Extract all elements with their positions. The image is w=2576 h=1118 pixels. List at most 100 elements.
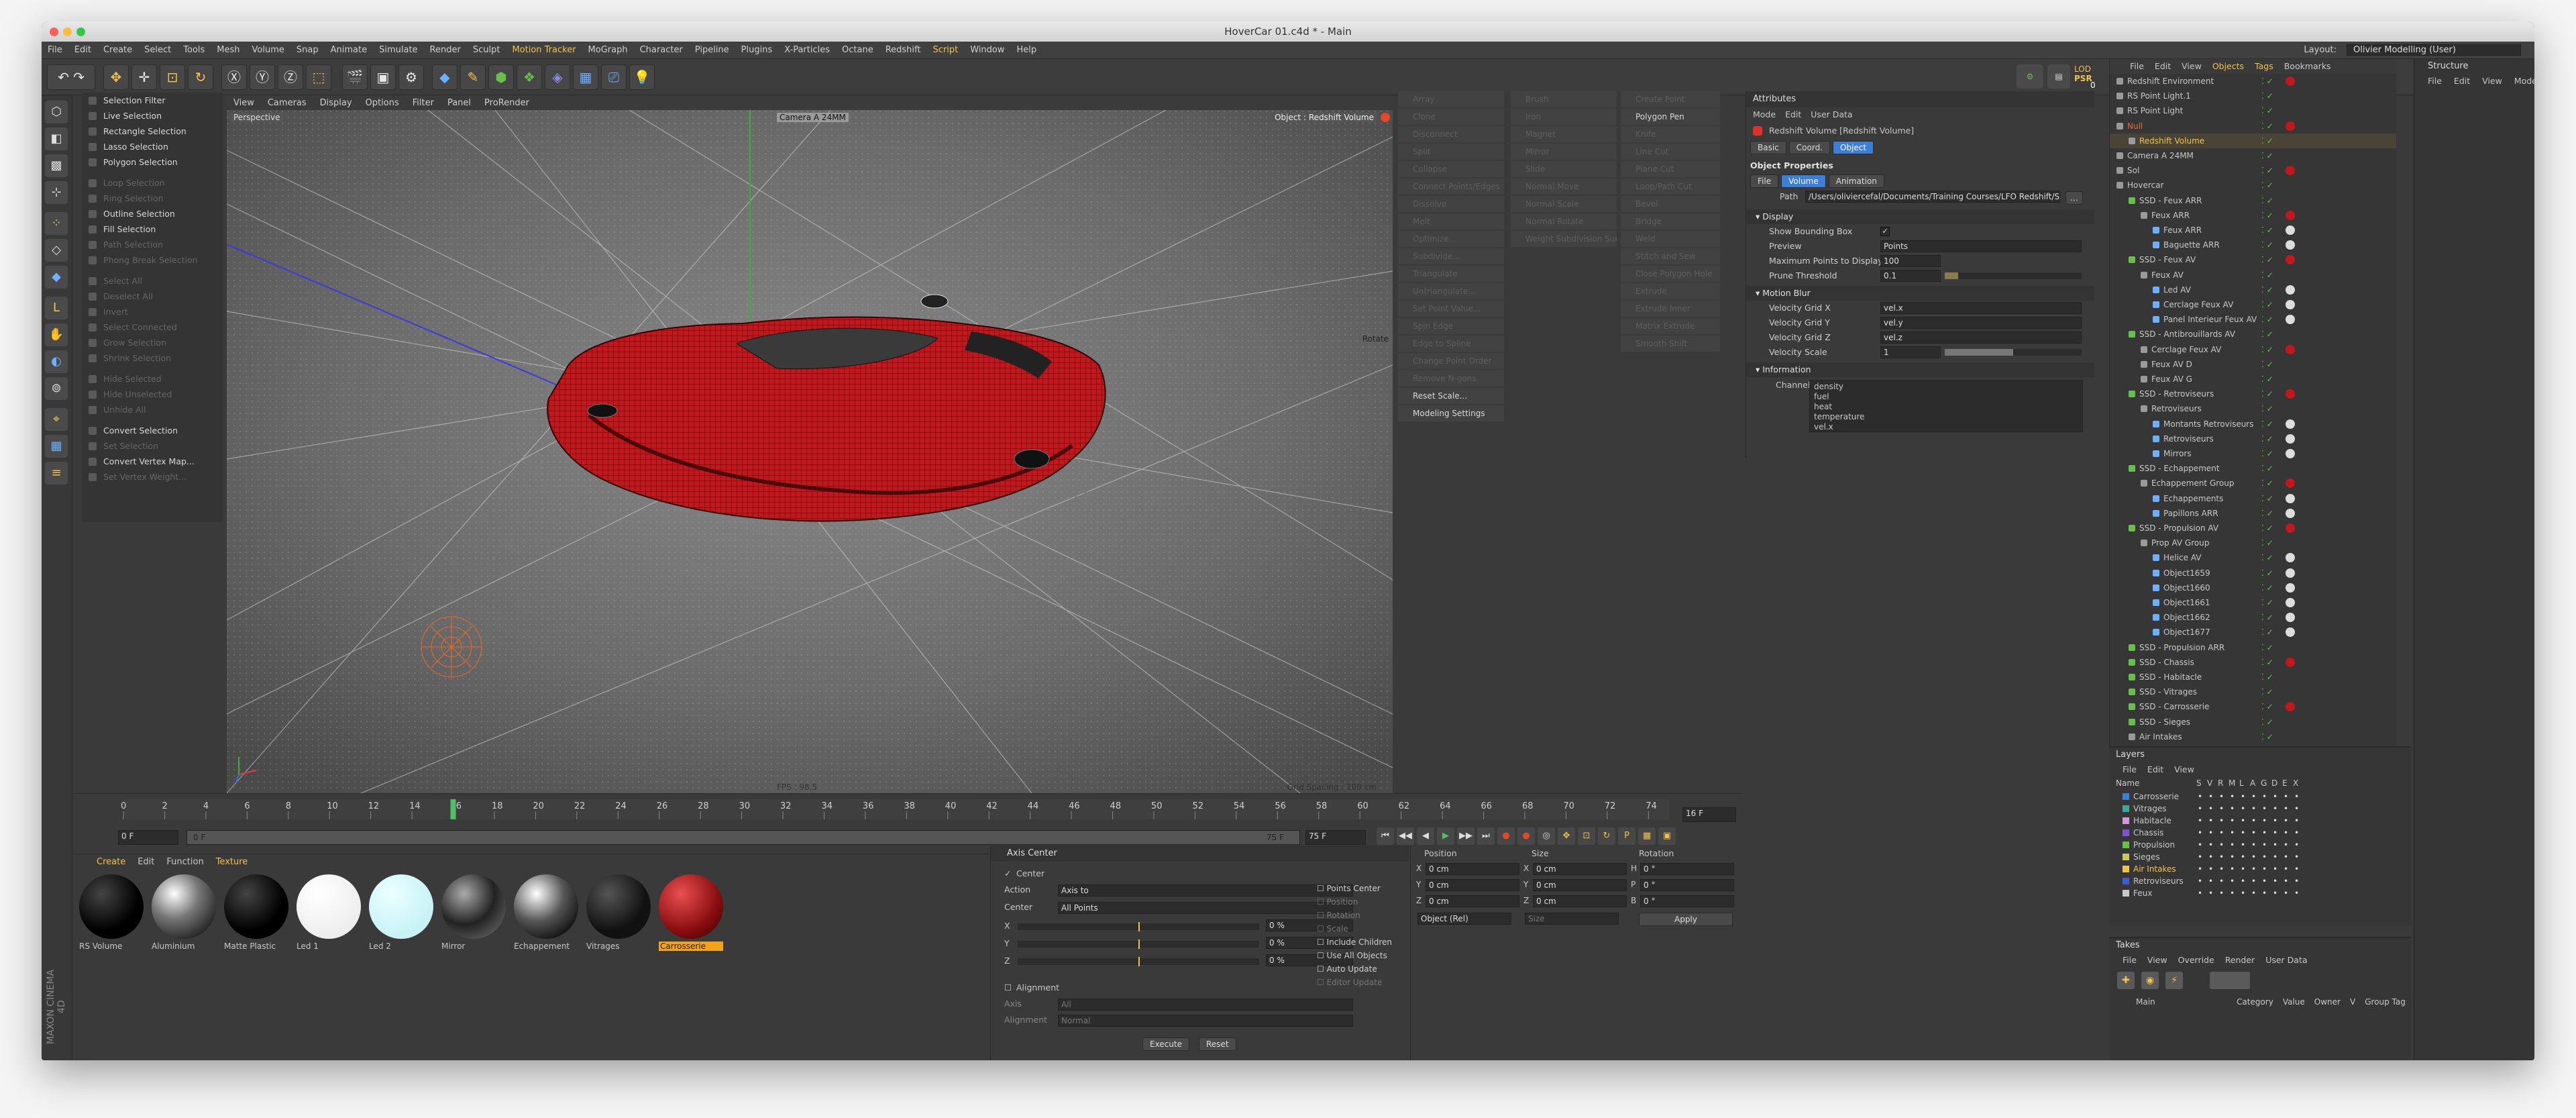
material-tag-icon[interactable] (2286, 121, 2295, 131)
viewport-scene[interactable]: Perspective Camera A 24MM Object : Redsh… (227, 110, 1393, 793)
structure-menu-edit[interactable]: Edit (2454, 74, 2470, 89)
layer-toggle-icon[interactable]: • (2198, 851, 2202, 863)
material-preview[interactable] (79, 874, 144, 939)
visibility-dots-icon[interactable]: ⁚ ✓ (2261, 387, 2273, 401)
menu-motion-tracker[interactable]: Motion Tracker (506, 45, 582, 55)
visibility-dots-icon[interactable]: ⁚ ✓ (2261, 729, 2273, 744)
coord-field[interactable]: 0 cm (1426, 895, 1519, 907)
object-row[interactable]: Echappements ⁚ ✓ (2110, 491, 2396, 506)
viewport-menu-view[interactable]: View (227, 98, 261, 108)
visibility-dots-icon[interactable]: ⁚ ✓ (2261, 89, 2273, 103)
undo-button[interactable]: ↶ ↷ (47, 64, 95, 90)
visibility-dots-icon[interactable]: ⁚ ✓ (2261, 417, 2273, 431)
material-tag-icon[interactable] (2286, 300, 2295, 309)
layer-toggle-icon[interactable]: • (2208, 875, 2213, 887)
y-slider[interactable] (1018, 939, 1259, 949)
layer-toggle-icon[interactable]: • (2198, 887, 2202, 899)
menu-help[interactable]: Help (1010, 45, 1042, 55)
viewport-menu-display[interactable]: Display (313, 98, 359, 108)
layer-row[interactable]: Vitrages • • • • • • • • • • (2109, 803, 2411, 815)
layer-toggle-icon[interactable]: • (2273, 887, 2277, 899)
layer-toggle-icon[interactable]: • (2219, 875, 2224, 887)
path-field[interactable]: /Users/oliviercefal/Documents/Training C… (1805, 191, 2060, 203)
end-frame-field[interactable]: 75 F (1305, 830, 1366, 845)
scale-icon[interactable]: ⊡ (160, 64, 185, 90)
layer-toggle-icon[interactable]: • (2198, 827, 2202, 839)
attr-subtab-volume[interactable]: Volume (1781, 174, 1826, 188)
layer-toggle-icon[interactable]: • (2241, 851, 2245, 863)
range-slider[interactable] (186, 830, 1300, 845)
visibility-dots-icon[interactable]: ⁚ ✓ (2261, 297, 2273, 312)
command-selection-filter[interactable]: Selection Filter (82, 93, 223, 108)
visibility-dots-icon[interactable]: ⁚ ✓ (2261, 699, 2273, 714)
material-tag-icon[interactable] (2286, 523, 2295, 533)
layer-row[interactable]: Sieges • • • • • • • • • • (2109, 851, 2411, 863)
layer-toggle-icon[interactable]: • (2262, 863, 2267, 875)
material-tag-icon[interactable] (2286, 568, 2295, 578)
visibility-dots-icon[interactable]: ⁚ ✓ (2261, 372, 2273, 387)
visibility-dots-icon[interactable]: ⁚ ✓ (2261, 610, 2273, 625)
viewport-menu-prorender[interactable]: ProRender (478, 98, 536, 108)
layer-toggle-icon[interactable]: • (2198, 839, 2202, 851)
object-row[interactable]: SSD - Feux AV ⁚ ✓ (2110, 252, 2396, 267)
layers-menu-file[interactable]: File (2123, 762, 2137, 777)
zoom-button[interactable] (76, 28, 85, 36)
modeling-reset-scale-[interactable]: Reset Scale... (1398, 388, 1504, 404)
menu-select[interactable]: Select (138, 45, 177, 55)
visibility-dots-icon[interactable]: ⁚ ✓ (2261, 312, 2273, 327)
material-preview[interactable] (224, 874, 288, 939)
coord-field[interactable]: 0 cm (1533, 863, 1627, 875)
objects-menu-tags[interactable]: Tags (2255, 59, 2273, 74)
move-icon[interactable]: ✛ (131, 64, 157, 90)
enable-axis-icon[interactable]: L (45, 297, 68, 319)
pen-icon[interactable]: ✎ (460, 64, 486, 90)
object-row[interactable]: RS Point Light.1 ⁚ ✓ (2110, 89, 2396, 103)
menu-sculpt[interactable]: Sculpt (467, 45, 506, 55)
menu-animate[interactable]: Animate (325, 45, 373, 55)
transport-button-icon[interactable]: ● (1497, 827, 1515, 845)
layer-toggle-icon[interactable]: • (2251, 803, 2256, 815)
layer-toggle-icon[interactable]: • (2198, 803, 2202, 815)
snap-icon[interactable]: ⚙ (2017, 64, 2043, 89)
object-row[interactable]: SSD - Vitrages ⁚ ✓ (2110, 684, 2396, 699)
visibility-dots-icon[interactable]: ⁚ ✓ (2261, 134, 2273, 148)
edges-mode-icon[interactable]: ◇ (45, 239, 68, 262)
layer-toggle-icon[interactable]: • (2198, 863, 2202, 875)
coord-system-icon[interactable]: ⬚ (306, 64, 331, 90)
apply-button[interactable]: Apply (1639, 913, 1733, 926)
object-row[interactable]: Prop AV Group ⁚ ✓ (2110, 536, 2396, 550)
axis-select[interactable]: All (1058, 999, 1353, 1011)
auto-take-icon[interactable]: ⚡ (2165, 972, 2183, 989)
layer-color-swatch[interactable] (2123, 878, 2129, 884)
material-tag-icon[interactable] (2286, 315, 2295, 325)
material-tag-icon[interactable] (2286, 478, 2295, 489)
layer-color-swatch[interactable] (2123, 805, 2129, 812)
layer-toggle-icon[interactable]: • (2230, 863, 2235, 875)
layer-toggle-icon[interactable]: • (2230, 803, 2235, 815)
vgz-field[interactable]: vel.z (1880, 332, 2082, 344)
layer-toggle-icon[interactable]: • (2230, 827, 2235, 839)
material-swatch[interactable]: Led 1 (297, 874, 361, 951)
material-preview[interactable] (659, 874, 723, 939)
layers-menu-edit[interactable]: Edit (2147, 762, 2163, 777)
layer-toggle-icon[interactable]: • (2273, 815, 2277, 827)
menu-mograph[interactable]: MoGraph (582, 45, 634, 55)
menu-tools[interactable]: Tools (177, 45, 211, 55)
object-row[interactable]: Camera A 24MM ⁚ ✓ (2110, 148, 2396, 163)
layer-toggle-icon[interactable]: • (2273, 827, 2277, 839)
reset-button[interactable]: Reset (1199, 1037, 1236, 1051)
material-preview[interactable] (586, 874, 651, 939)
viewport-menu-options[interactable]: Options (359, 98, 406, 108)
visibility-dots-icon[interactable]: ⁚ ✓ (2261, 640, 2273, 655)
layer-toggle-icon[interactable]: • (2251, 839, 2256, 851)
viewport-menu-cameras[interactable]: Cameras (261, 98, 313, 108)
layer-toggle-icon[interactable]: • (2251, 875, 2256, 887)
layer-toggle-icon[interactable]: • (2208, 851, 2213, 863)
layer-toggle-icon[interactable]: • (2284, 803, 2288, 815)
menu-script[interactable]: Script (926, 45, 964, 55)
render-picture-viewer-icon[interactable]: ▣ (370, 64, 396, 90)
material-tag-icon[interactable] (2286, 344, 2295, 354)
visibility-dots-icon[interactable]: ⁚ ✓ (2261, 550, 2273, 565)
alignment-checkbox[interactable]: ☐ (1004, 982, 1012, 993)
axis-option-rotation[interactable]: ☐ Rotation (1317, 909, 1404, 922)
